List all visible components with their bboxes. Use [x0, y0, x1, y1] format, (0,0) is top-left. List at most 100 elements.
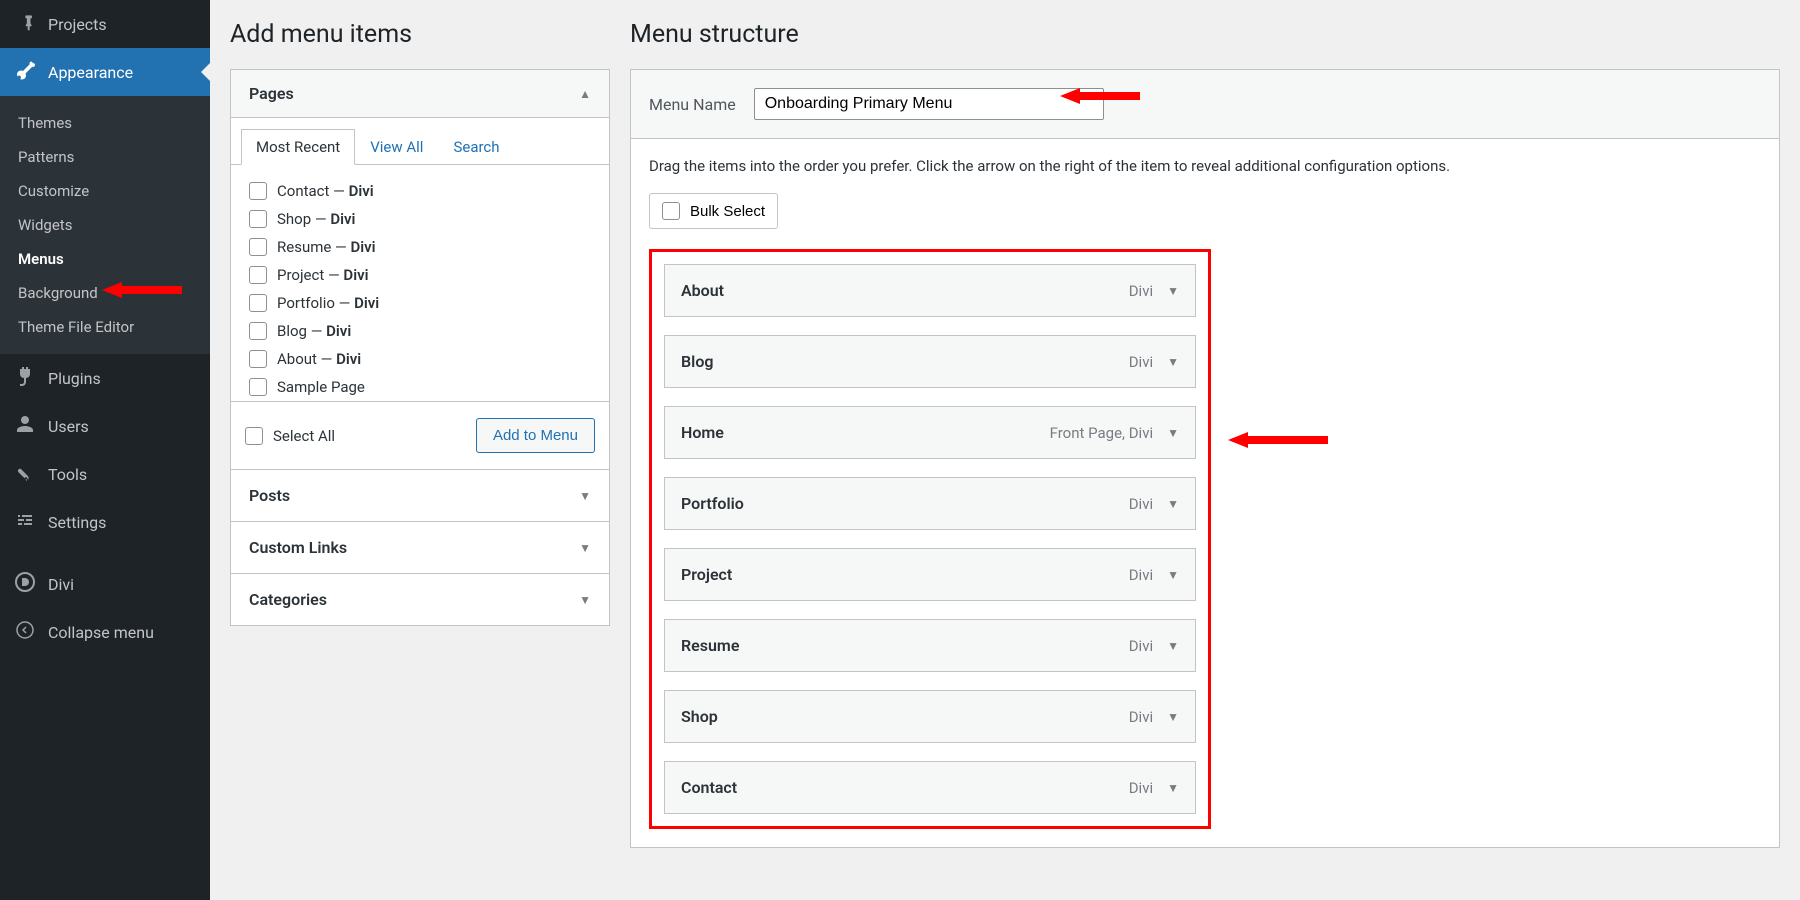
page-checkbox[interactable] — [249, 266, 267, 284]
page-item[interactable]: Sample Page — [243, 373, 593, 401]
submenu-item-customize[interactable]: Customize — [0, 174, 210, 208]
categories-panel[interactable]: Categories ▼ — [230, 574, 610, 626]
page-item[interactable]: Contact — Divi — [243, 177, 593, 205]
sidebar-item-users[interactable]: Users — [0, 402, 210, 450]
sidebar-item-settings[interactable]: Settings — [0, 498, 210, 546]
page-checkbox[interactable] — [249, 210, 267, 228]
sidebar-item-label: Appearance — [48, 63, 196, 82]
tab-most-recent[interactable]: Most Recent — [241, 129, 355, 165]
add-to-menu-button[interactable]: Add to Menu — [476, 418, 595, 453]
sliders-icon — [14, 510, 36, 534]
page-checkbox[interactable] — [249, 378, 267, 396]
main-content: Add menu items Pages ▲ Most Recent View … — [210, 0, 1800, 900]
chevron-down-icon[interactable]: ▼ — [1167, 355, 1179, 369]
page-item[interactable]: About — Divi — [243, 345, 593, 373]
menu-item[interactable]: Shop Divi▼ — [664, 690, 1196, 743]
page-checkbox[interactable] — [249, 350, 267, 368]
sidebar-item-label: Collapse menu — [48, 623, 196, 642]
sidebar-item-projects[interactable]: Projects — [0, 0, 210, 48]
menu-structure-heading: Menu structure — [630, 20, 1780, 49]
menu-item[interactable]: Contact Divi▼ — [664, 761, 1196, 814]
page-item[interactable]: Resume — Divi — [243, 233, 593, 261]
select-all-chk[interactable] — [245, 427, 263, 445]
sidebar-item-collapse[interactable]: Collapse menu — [0, 608, 210, 656]
sidebar-submenu: Themes Patterns Customize Widgets Menus … — [0, 96, 210, 354]
submenu-item-patterns[interactable]: Patterns — [0, 140, 210, 174]
select-all-checkbox[interactable]: Select All — [245, 427, 335, 445]
sidebar-item-plugins[interactable]: Plugins — [0, 354, 210, 402]
sidebar-item-appearance[interactable]: Appearance — [0, 48, 210, 96]
page-checkbox[interactable] — [249, 238, 267, 256]
chevron-down-icon[interactable]: ▼ — [1167, 497, 1179, 511]
add-menu-items-column: Add menu items Pages ▲ Most Recent View … — [230, 20, 610, 900]
sidebar-item-label: Settings — [48, 513, 196, 532]
admin-sidebar: Projects Appearance Themes Patterns Cust… — [0, 0, 210, 900]
chevron-down-icon[interactable]: ▼ — [1167, 284, 1179, 298]
custom-links-panel[interactable]: Custom Links ▼ — [230, 522, 610, 574]
chevron-down-icon[interactable]: ▼ — [1167, 781, 1179, 795]
panel-title: Custom Links — [249, 538, 347, 557]
page-item[interactable]: Project — Divi — [243, 261, 593, 289]
add-menu-heading: Add menu items — [230, 20, 610, 49]
divi-icon — [14, 572, 36, 596]
sidebar-item-label: Users — [48, 417, 196, 436]
page-item[interactable]: Portfolio — Divi — [243, 289, 593, 317]
instructions-text: Drag the items into the order you prefer… — [649, 157, 1761, 175]
pages-tabs: Most Recent View All Search — [231, 118, 609, 165]
menu-body: Drag the items into the order you prefer… — [630, 139, 1780, 848]
pages-panel: Pages ▲ Most Recent View All Search Cont… — [230, 69, 610, 470]
menu-header: Menu Name — [630, 69, 1780, 139]
menu-item[interactable]: Project Divi▼ — [664, 548, 1196, 601]
menu-item[interactable]: About Divi▼ — [664, 264, 1196, 317]
menu-item[interactable]: Resume Divi▼ — [664, 619, 1196, 672]
tab-search[interactable]: Search — [438, 129, 514, 165]
pages-panel-footer: Select All Add to Menu — [231, 401, 609, 469]
page-item[interactable]: Blog — Divi — [243, 317, 593, 345]
chevron-down-icon[interactable]: ▼ — [1167, 568, 1179, 582]
sidebar-item-tools[interactable]: Tools — [0, 450, 210, 498]
menu-items-list: About Divi▼ Blog Divi▼ Home Front Page, … — [649, 249, 1211, 829]
menu-item[interactable]: Portfolio Divi▼ — [664, 477, 1196, 530]
submenu-item-theme-file-editor[interactable]: Theme File Editor — [0, 310, 210, 344]
bulk-select-chk[interactable] — [662, 202, 680, 220]
chevron-down-icon[interactable]: ▼ — [1167, 710, 1179, 724]
pages-panel-header[interactable]: Pages ▲ — [231, 70, 609, 118]
page-checkbox[interactable] — [249, 322, 267, 340]
sidebar-item-label: Divi — [48, 575, 196, 594]
sidebar-item-label: Tools — [48, 465, 196, 484]
menu-item[interactable]: Blog Divi▼ — [664, 335, 1196, 388]
submenu-item-background[interactable]: Background — [0, 276, 210, 310]
submenu-item-menus[interactable]: Menus — [0, 242, 210, 276]
tab-view-all[interactable]: View All — [355, 129, 438, 165]
menu-structure-column: Menu structure Menu Name Drag the items … — [630, 20, 1780, 900]
menu-name-label: Menu Name — [649, 95, 736, 114]
posts-panel[interactable]: Posts ▼ — [230, 470, 610, 522]
brush-icon — [14, 60, 36, 84]
sidebar-item-divi[interactable]: Divi — [0, 560, 210, 608]
panel-title: Posts — [249, 486, 290, 505]
pages-list[interactable]: Contact — Divi Shop — Divi Resume — Divi… — [243, 177, 597, 401]
wrench-icon — [14, 462, 36, 486]
collapse-icon — [14, 620, 36, 644]
pages-panel-title: Pages — [249, 84, 294, 103]
chevron-down-icon: ▼ — [579, 541, 591, 555]
chevron-down-icon: ▼ — [579, 489, 591, 503]
menu-item[interactable]: Home Front Page, Divi▼ — [664, 406, 1196, 459]
submenu-item-widgets[interactable]: Widgets — [0, 208, 210, 242]
chevron-down-icon: ▼ — [579, 593, 591, 607]
panel-title: Categories — [249, 590, 327, 609]
chevron-down-icon[interactable]: ▼ — [1167, 426, 1179, 440]
page-checkbox[interactable] — [249, 182, 267, 200]
sidebar-item-label: Plugins — [48, 369, 196, 388]
chevron-up-icon: ▲ — [579, 87, 591, 101]
sidebar-item-label: Projects — [48, 15, 196, 34]
chevron-down-icon[interactable]: ▼ — [1167, 639, 1179, 653]
page-item[interactable]: Shop — Divi — [243, 205, 593, 233]
page-checkbox[interactable] — [249, 294, 267, 312]
plugin-icon — [14, 366, 36, 390]
user-icon — [14, 414, 36, 438]
bulk-select-button[interactable]: Bulk Select — [649, 193, 778, 229]
pin-icon — [14, 12, 36, 36]
menu-name-input[interactable] — [754, 88, 1104, 120]
submenu-item-themes[interactable]: Themes — [0, 106, 210, 140]
